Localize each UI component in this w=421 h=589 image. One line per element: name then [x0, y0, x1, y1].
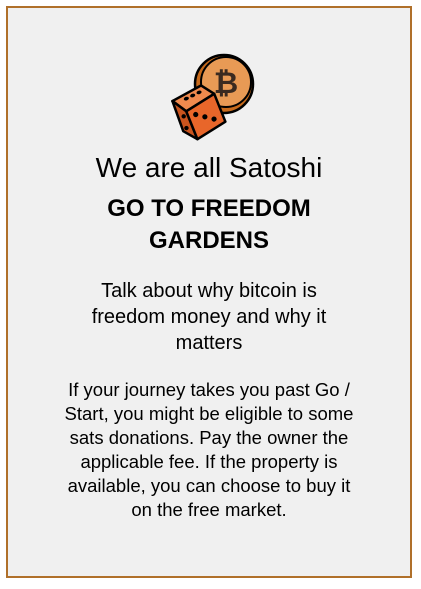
dice-and-bitcoin-icon: ₿: [171, 53, 255, 141]
card-tagline: Talk about why bitcoin is freedom money …: [91, 280, 327, 354]
card-body: If your journey takes you past Go / Star…: [64, 379, 354, 520]
game-card: ₿ We are all Satoshi GO TO FREEDOM GARDE…: [6, 6, 412, 578]
card-title: We are all Satoshi: [95, 152, 323, 183]
coin-symbol: ₿: [214, 67, 238, 100]
card-subtitle: GO TO FREEDOM GARDENS: [107, 195, 311, 254]
